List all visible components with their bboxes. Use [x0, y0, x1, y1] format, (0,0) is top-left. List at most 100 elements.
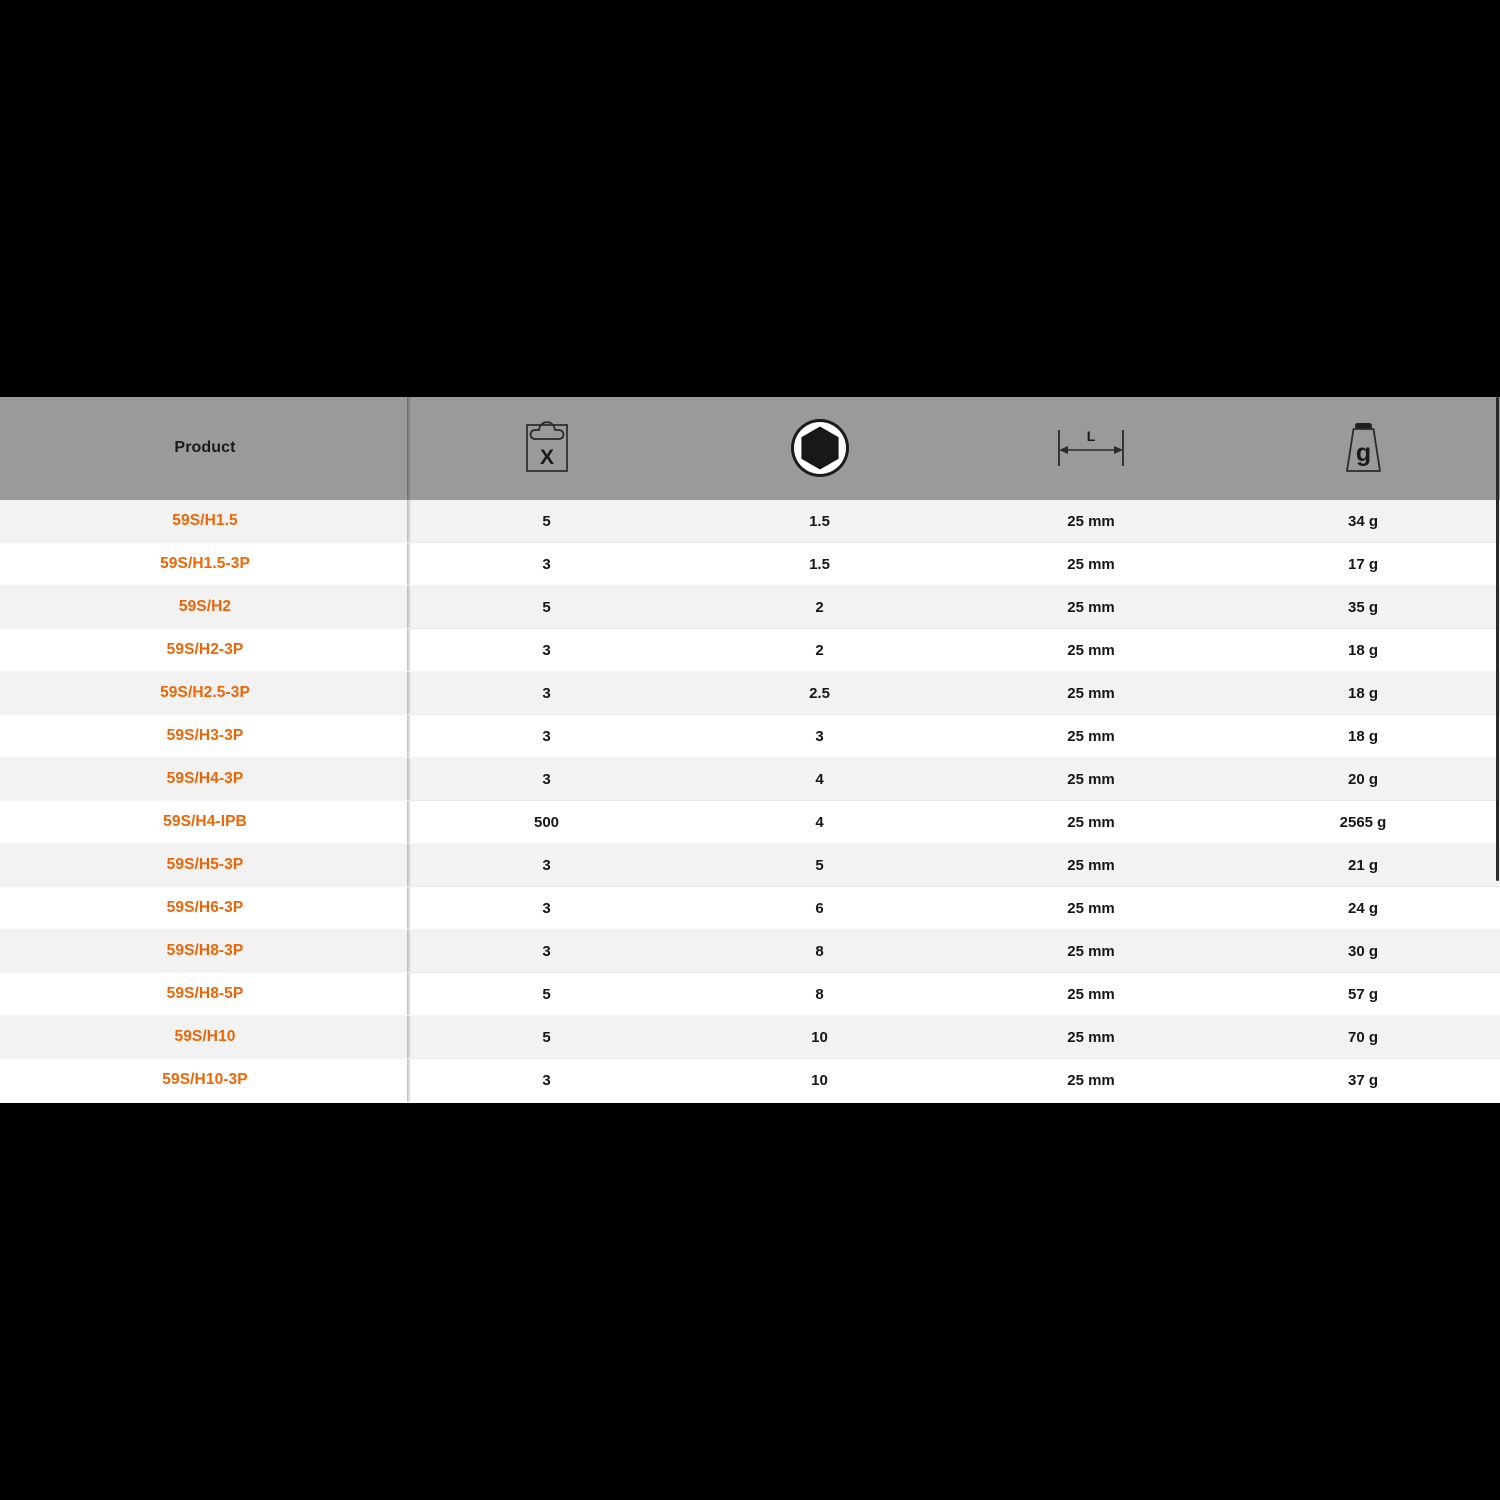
table-row[interactable]: 59S/H4-3P 3 4 25 mm 20 g [0, 757, 1500, 801]
cell-length: 25 mm [956, 800, 1226, 844]
cell-weight: 17 g [1226, 542, 1500, 586]
letterbox-top [0, 0, 1500, 397]
cell-length: 25 mm [956, 886, 1226, 930]
cell-hex-size: 5 [683, 843, 956, 887]
cell-product[interactable]: 59S/H10-3P [0, 1058, 411, 1102]
cell-pack-quantity: 5 [410, 1015, 683, 1059]
cell-pack-quantity: 3 [410, 929, 683, 973]
column-header-length: L [956, 397, 1226, 500]
length-dimension-icon: L [956, 397, 1226, 499]
cell-hex-size: 2.5 [683, 671, 956, 715]
column-header-hex-size [683, 397, 956, 500]
column-header-pack-quantity: X [410, 397, 683, 500]
table-row[interactable]: 59S/H6-3P 3 6 25 mm 24 g [0, 886, 1500, 930]
cell-product[interactable]: 59S/H6-3P [0, 886, 411, 930]
table-row[interactable]: 59S/H2-3P 3 2 25 mm 18 g [0, 628, 1500, 672]
cell-product[interactable]: 59S/H2-3P [0, 628, 411, 672]
cell-length: 25 mm [956, 1015, 1226, 1059]
cell-weight: 70 g [1226, 1015, 1500, 1059]
cell-hex-size: 4 [683, 757, 956, 801]
table-row[interactable]: 59S/H5-3P 3 5 25 mm 21 g [0, 843, 1500, 887]
screenshot-canvas: Product X L g 59S/H1.5 5 1.5 25 mm 34 g … [0, 0, 1500, 1500]
cell-length: 25 mm [956, 929, 1226, 973]
table-row[interactable]: 59S/H10-3P 3 10 25 mm 37 g [0, 1058, 1500, 1102]
svg-text:L: L [1087, 428, 1096, 444]
cell-weight: 35 g [1226, 585, 1500, 629]
product-spec-table: Product X L g 59S/H1.5 5 1.5 25 mm 34 g … [0, 397, 1500, 1102]
cell-weight: 34 g [1226, 499, 1500, 543]
cell-product[interactable]: 59S/H8-3P [0, 929, 411, 973]
cell-weight: 57 g [1226, 972, 1500, 1016]
cell-weight: 18 g [1226, 671, 1500, 715]
cell-product[interactable]: 59S/H10 [0, 1015, 411, 1059]
cell-length: 25 mm [956, 671, 1226, 715]
cell-hex-size: 6 [683, 886, 956, 930]
cell-hex-size: 4 [683, 800, 956, 844]
cell-weight: 21 g [1226, 843, 1500, 887]
svg-text:X: X [539, 446, 553, 469]
cell-hex-size: 8 [683, 972, 956, 1016]
table-row[interactable]: 59S/H8-5P 5 8 25 mm 57 g [0, 972, 1500, 1016]
letterbox-bottom [0, 1103, 1500, 1500]
cell-product[interactable]: 59S/H3-3P [0, 714, 411, 758]
cell-product[interactable]: 59S/H1.5-3P [0, 542, 411, 586]
cell-pack-quantity: 500 [410, 800, 683, 844]
table-row[interactable]: 59S/H3-3P 3 3 25 mm 18 g [0, 714, 1500, 758]
cell-length: 25 mm [956, 585, 1226, 629]
cell-hex-size: 10 [683, 1015, 956, 1059]
cell-weight: 24 g [1226, 886, 1500, 930]
column-header-product: Product [0, 397, 411, 500]
table-row[interactable]: 59S/H10 5 10 25 mm 70 g [0, 1015, 1500, 1059]
cell-product[interactable]: 59S/H2 [0, 585, 411, 629]
blister-pack-quantity-icon: X [410, 397, 683, 499]
cell-pack-quantity: 3 [410, 671, 683, 715]
cell-length: 25 mm [956, 628, 1226, 672]
cell-weight: 18 g [1226, 714, 1500, 758]
table-row[interactable]: 59S/H8-3P 3 8 25 mm 30 g [0, 929, 1500, 973]
table-row[interactable]: 59S/H4-IPB 500 4 25 mm 2565 g [0, 800, 1500, 844]
cell-product[interactable]: 59S/H4-IPB [0, 800, 411, 844]
cell-pack-quantity: 3 [410, 628, 683, 672]
cell-length: 25 mm [956, 542, 1226, 586]
cell-weight: 30 g [1226, 929, 1500, 973]
table-row[interactable]: 59S/H2.5-3P 3 2.5 25 mm 18 g [0, 671, 1500, 715]
cell-pack-quantity: 3 [410, 542, 683, 586]
cell-pack-quantity: 3 [410, 843, 683, 887]
cell-pack-quantity: 5 [410, 499, 683, 543]
column-header-weight: g [1226, 397, 1500, 500]
cell-length: 25 mm [956, 757, 1226, 801]
cell-pack-quantity: 3 [410, 886, 683, 930]
cell-length: 25 mm [956, 499, 1226, 543]
cell-length: 25 mm [956, 1058, 1226, 1102]
cell-product[interactable]: 59S/H2.5-3P [0, 671, 411, 715]
vertical-scrollbar[interactable] [1496, 397, 1499, 881]
weight-gram-icon: g [1226, 397, 1500, 499]
cell-product[interactable]: 59S/H1.5 [0, 499, 411, 543]
svg-text:g: g [1356, 439, 1371, 467]
cell-hex-size: 1.5 [683, 542, 956, 586]
cell-pack-quantity: 5 [410, 585, 683, 629]
table-body: 59S/H1.5 5 1.5 25 mm 34 g 59S/H1.5-3P 3 1.5 25 m… [0, 499, 1500, 1102]
cell-length: 25 mm [956, 714, 1226, 758]
cell-pack-quantity: 5 [410, 972, 683, 1016]
table-row[interactable]: 59S/H1.5-3P 3 1.5 25 mm 17 g [0, 542, 1500, 586]
cell-hex-size: 2 [683, 628, 956, 672]
cell-pack-quantity: 3 [410, 1058, 683, 1102]
product-spec-table-container: Product X L g 59S/H1.5 5 1.5 25 mm 34 g … [0, 397, 1500, 1103]
table-row[interactable]: 59S/H2 5 2 25 mm 35 g [0, 585, 1500, 629]
cell-hex-size: 2 [683, 585, 956, 629]
cell-pack-quantity: 3 [410, 757, 683, 801]
cell-weight: 20 g [1226, 757, 1500, 801]
cell-weight: 18 g [1226, 628, 1500, 672]
table-row[interactable]: 59S/H1.5 5 1.5 25 mm 34 g [0, 499, 1500, 543]
cell-product[interactable]: 59S/H4-3P [0, 757, 411, 801]
cell-hex-size: 8 [683, 929, 956, 973]
cell-pack-quantity: 3 [410, 714, 683, 758]
cell-product[interactable]: 59S/H5-3P [0, 843, 411, 887]
cell-hex-size: 1.5 [683, 499, 956, 543]
table-header-row: Product X L g [0, 397, 1500, 500]
cell-length: 25 mm [956, 843, 1226, 887]
hex-socket-size-icon [683, 397, 956, 499]
cell-hex-size: 10 [683, 1058, 956, 1102]
cell-product[interactable]: 59S/H8-5P [0, 972, 411, 1016]
